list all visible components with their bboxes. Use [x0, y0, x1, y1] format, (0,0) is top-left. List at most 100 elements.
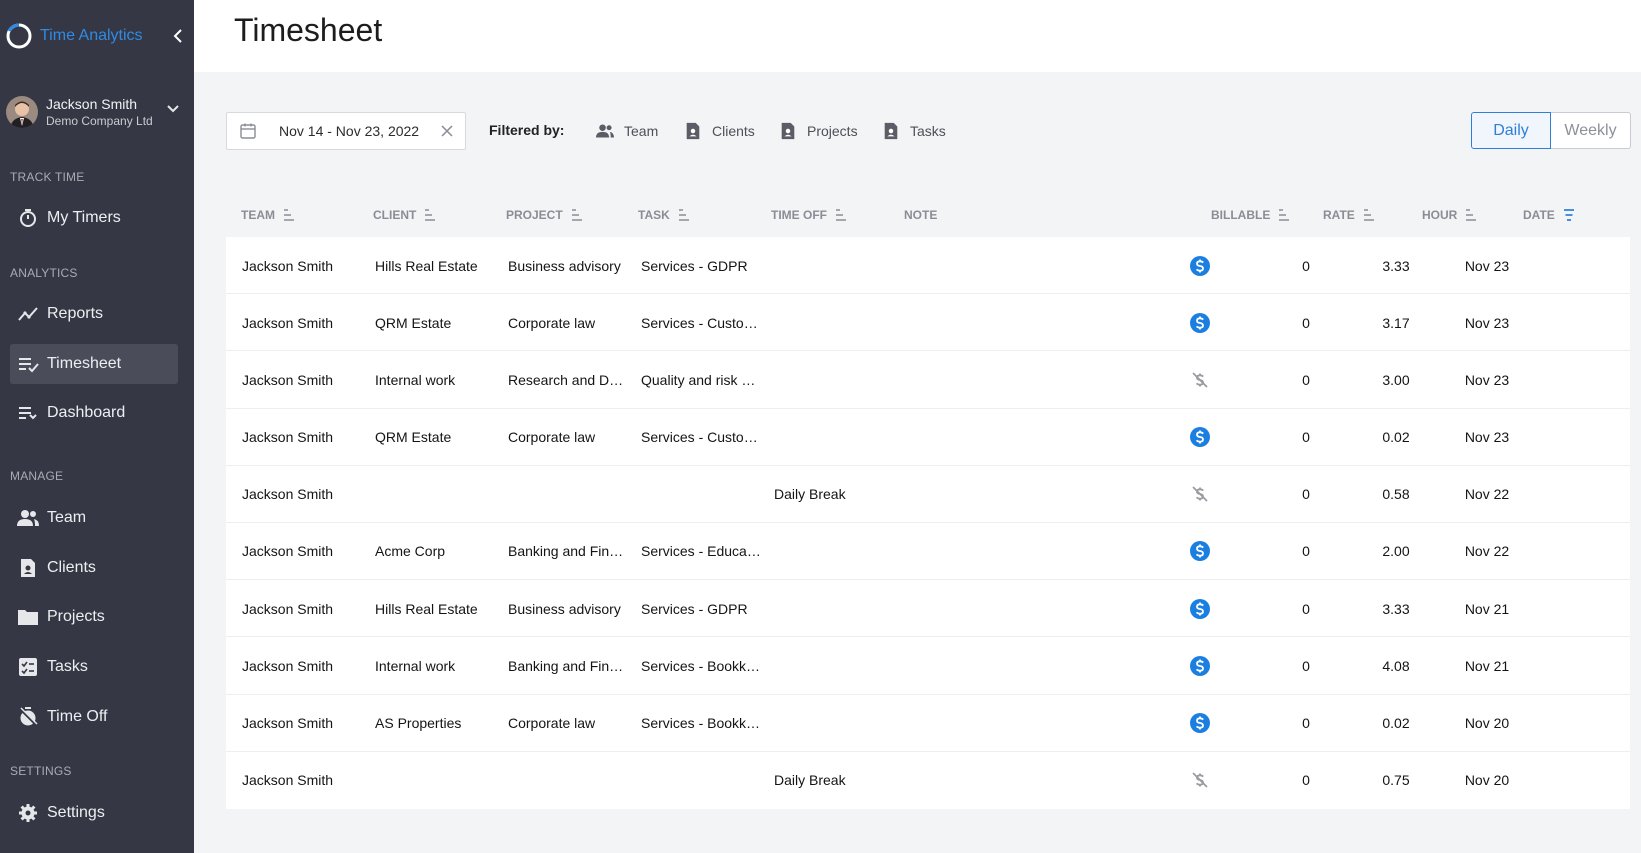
column-header-hour[interactable]: HOUR [1422, 208, 1477, 222]
sidebar-item-projects[interactable]: Projects [10, 597, 178, 637]
sidebar-item-label: Time Off [47, 708, 108, 725]
column-label: DATE [1523, 208, 1555, 222]
column-header-team[interactable]: TEAM [241, 208, 295, 222]
cell-client-text: Hills Real Estate [375, 257, 478, 274]
cell-task [641, 752, 763, 809]
cell-billable [1175, 752, 1225, 809]
cell-rate-text: 0 [1302, 772, 1310, 789]
sidebar-item-settings[interactable]: Settings [10, 793, 178, 833]
cell-hour-text: 3.33 [1382, 600, 1410, 617]
billable-dollar-icon [1189, 426, 1211, 448]
filter-tasks[interactable]: Tasks [882, 120, 946, 142]
date-range-picker[interactable]: Nov 14 - Nov 23, 2022 [226, 112, 466, 150]
filter-label: Projects [807, 123, 858, 139]
sidebar: Time Analytics Jackson Smith Demo Compan… [0, 0, 194, 853]
cell-date: Nov 21 [1452, 580, 1522, 637]
column-header-client[interactable]: CLIENT [373, 208, 436, 222]
cell-rate: 0 [1276, 580, 1336, 637]
sidebar-item-my-timers[interactable]: My Timers [10, 198, 178, 238]
cell-date: Nov 23 [1452, 409, 1522, 466]
filter-team[interactable]: Team [596, 120, 658, 142]
table-row[interactable]: Jackson Smith QRM Estate Corporate law Serv… [226, 409, 1630, 466]
column-header-time-off[interactable]: TIME OFF [771, 208, 847, 222]
billable-dollar-icon [1189, 712, 1211, 734]
cell-rate-text: 0 [1302, 486, 1310, 503]
sort-icon [284, 209, 294, 221]
table-row[interactable]: Jackson Smith Daily Break 0 0.75 Nov 20 [226, 752, 1630, 809]
filter-label: Team [624, 123, 659, 139]
cell-task-text: Services - GDPR [641, 257, 748, 274]
sort-icon [1279, 209, 1290, 221]
cell-team-text: Jackson Smith [242, 772, 334, 789]
cell-date-text: Nov 20 [1464, 772, 1510, 789]
sidebar-item-clients[interactable]: Clients [10, 548, 178, 588]
collapse-sidebar-button[interactable] [168, 26, 188, 46]
cell-hour-text: 0.58 [1382, 486, 1410, 503]
cell-time-off [774, 580, 899, 637]
table-row[interactable]: Jackson Smith Hills Real Estate Business a… [226, 237, 1630, 295]
column-header-project[interactable]: PROJECT [506, 208, 583, 222]
chevron-left-icon [173, 29, 182, 43]
cell-team-text: Jackson Smith [242, 371, 334, 388]
cell-hour-text: 3.00 [1382, 371, 1410, 388]
table-row[interactable]: Jackson Smith QRM Estate Corporate law Serv… [226, 294, 1630, 352]
cell-date: Nov 22 [1452, 466, 1522, 523]
weekly-toggle-button[interactable]: Weekly [1551, 112, 1631, 149]
sort-icon [836, 209, 846, 221]
filter-projects[interactable]: Projects [779, 120, 858, 142]
user-menu[interactable]: Jackson Smith Demo Company Ltd [6, 90, 188, 134]
cell-note [906, 237, 1206, 294]
avatar [6, 96, 38, 128]
cell-project-text: Corporate law [508, 314, 596, 331]
sidebar-item-dashboard[interactable]: Dashboard [10, 393, 178, 433]
cell-hour-text: 4.08 [1382, 657, 1410, 674]
cell-hour: 0.75 [1366, 752, 1426, 809]
cell-client-text: QRM Estate [375, 314, 452, 331]
filter-clients[interactable]: Clients [684, 120, 755, 142]
table-row[interactable]: Jackson Smith Internal work Research and D… [226, 351, 1630, 409]
cell-date: Nov 23 [1452, 294, 1522, 351]
cell-team: Jackson Smith [242, 752, 362, 809]
column-header-date[interactable]: DATE [1523, 208, 1575, 222]
cell-hour: 4.08 [1366, 637, 1426, 694]
sidebar-item-reports[interactable]: Reports [10, 294, 178, 334]
cell-billable [1175, 294, 1225, 351]
column-label: CLIENT [373, 208, 417, 222]
sidebar-item-tasks[interactable]: Tasks [10, 647, 178, 687]
cell-rate-text: 0 [1302, 257, 1310, 274]
stopwatch-icon [17, 207, 39, 229]
cell-task: Services - Bookk… [641, 637, 763, 694]
section-manage: MANAGE [10, 469, 64, 483]
cell-hour-text: 0.75 [1382, 772, 1410, 789]
cell-hour: 3.33 [1366, 580, 1426, 637]
sidebar-item-team[interactable]: Team [10, 498, 178, 538]
task-list-icon [17, 656, 39, 678]
column-header-billable[interactable]: BILLABLE [1211, 208, 1290, 222]
table-row[interactable]: Jackson Smith Internal work Banking and Fi… [226, 637, 1630, 695]
cell-client [375, 752, 500, 809]
sort-active-icon [1563, 209, 1574, 221]
cell-task: Services - Educa… [641, 523, 763, 580]
cell-time-off [774, 695, 899, 752]
cell-rate-text: 0 [1302, 543, 1310, 560]
sort-icon [1466, 209, 1477, 221]
non-billable-dollar-icon [1189, 483, 1211, 505]
people-icon [596, 124, 614, 138]
column-header-task[interactable]: TASK [638, 208, 690, 222]
cell-hour: 3.17 [1366, 294, 1426, 351]
cell-hour-text: 0.02 [1382, 429, 1410, 446]
column-header-rate[interactable]: RATE [1323, 208, 1375, 222]
clear-date-icon[interactable] [439, 123, 455, 139]
cell-date-text: Nov 23 [1464, 371, 1510, 388]
cell-rate: 0 [1276, 752, 1336, 809]
sidebar-item-time-off[interactable]: Time Off [10, 697, 178, 737]
table-row[interactable]: Jackson Smith Hills Real Estate Business a… [226, 580, 1630, 638]
table-row[interactable]: Jackson Smith Acme Corp Banking and Fin… Se… [226, 523, 1630, 581]
cell-time-off: Daily Break [774, 466, 899, 523]
cell-team: Jackson Smith [242, 294, 362, 351]
table-row[interactable]: Jackson Smith Daily Break 0 0.58 Nov 22 [226, 466, 1630, 523]
cell-date-text: Nov 20 [1464, 715, 1510, 731]
sidebar-item-timesheet[interactable]: Timesheet [10, 344, 178, 384]
table-row[interactable]: Jackson Smith AS Properties Corporate law S… [226, 695, 1630, 752]
daily-toggle-button[interactable]: Daily [1471, 112, 1551, 149]
